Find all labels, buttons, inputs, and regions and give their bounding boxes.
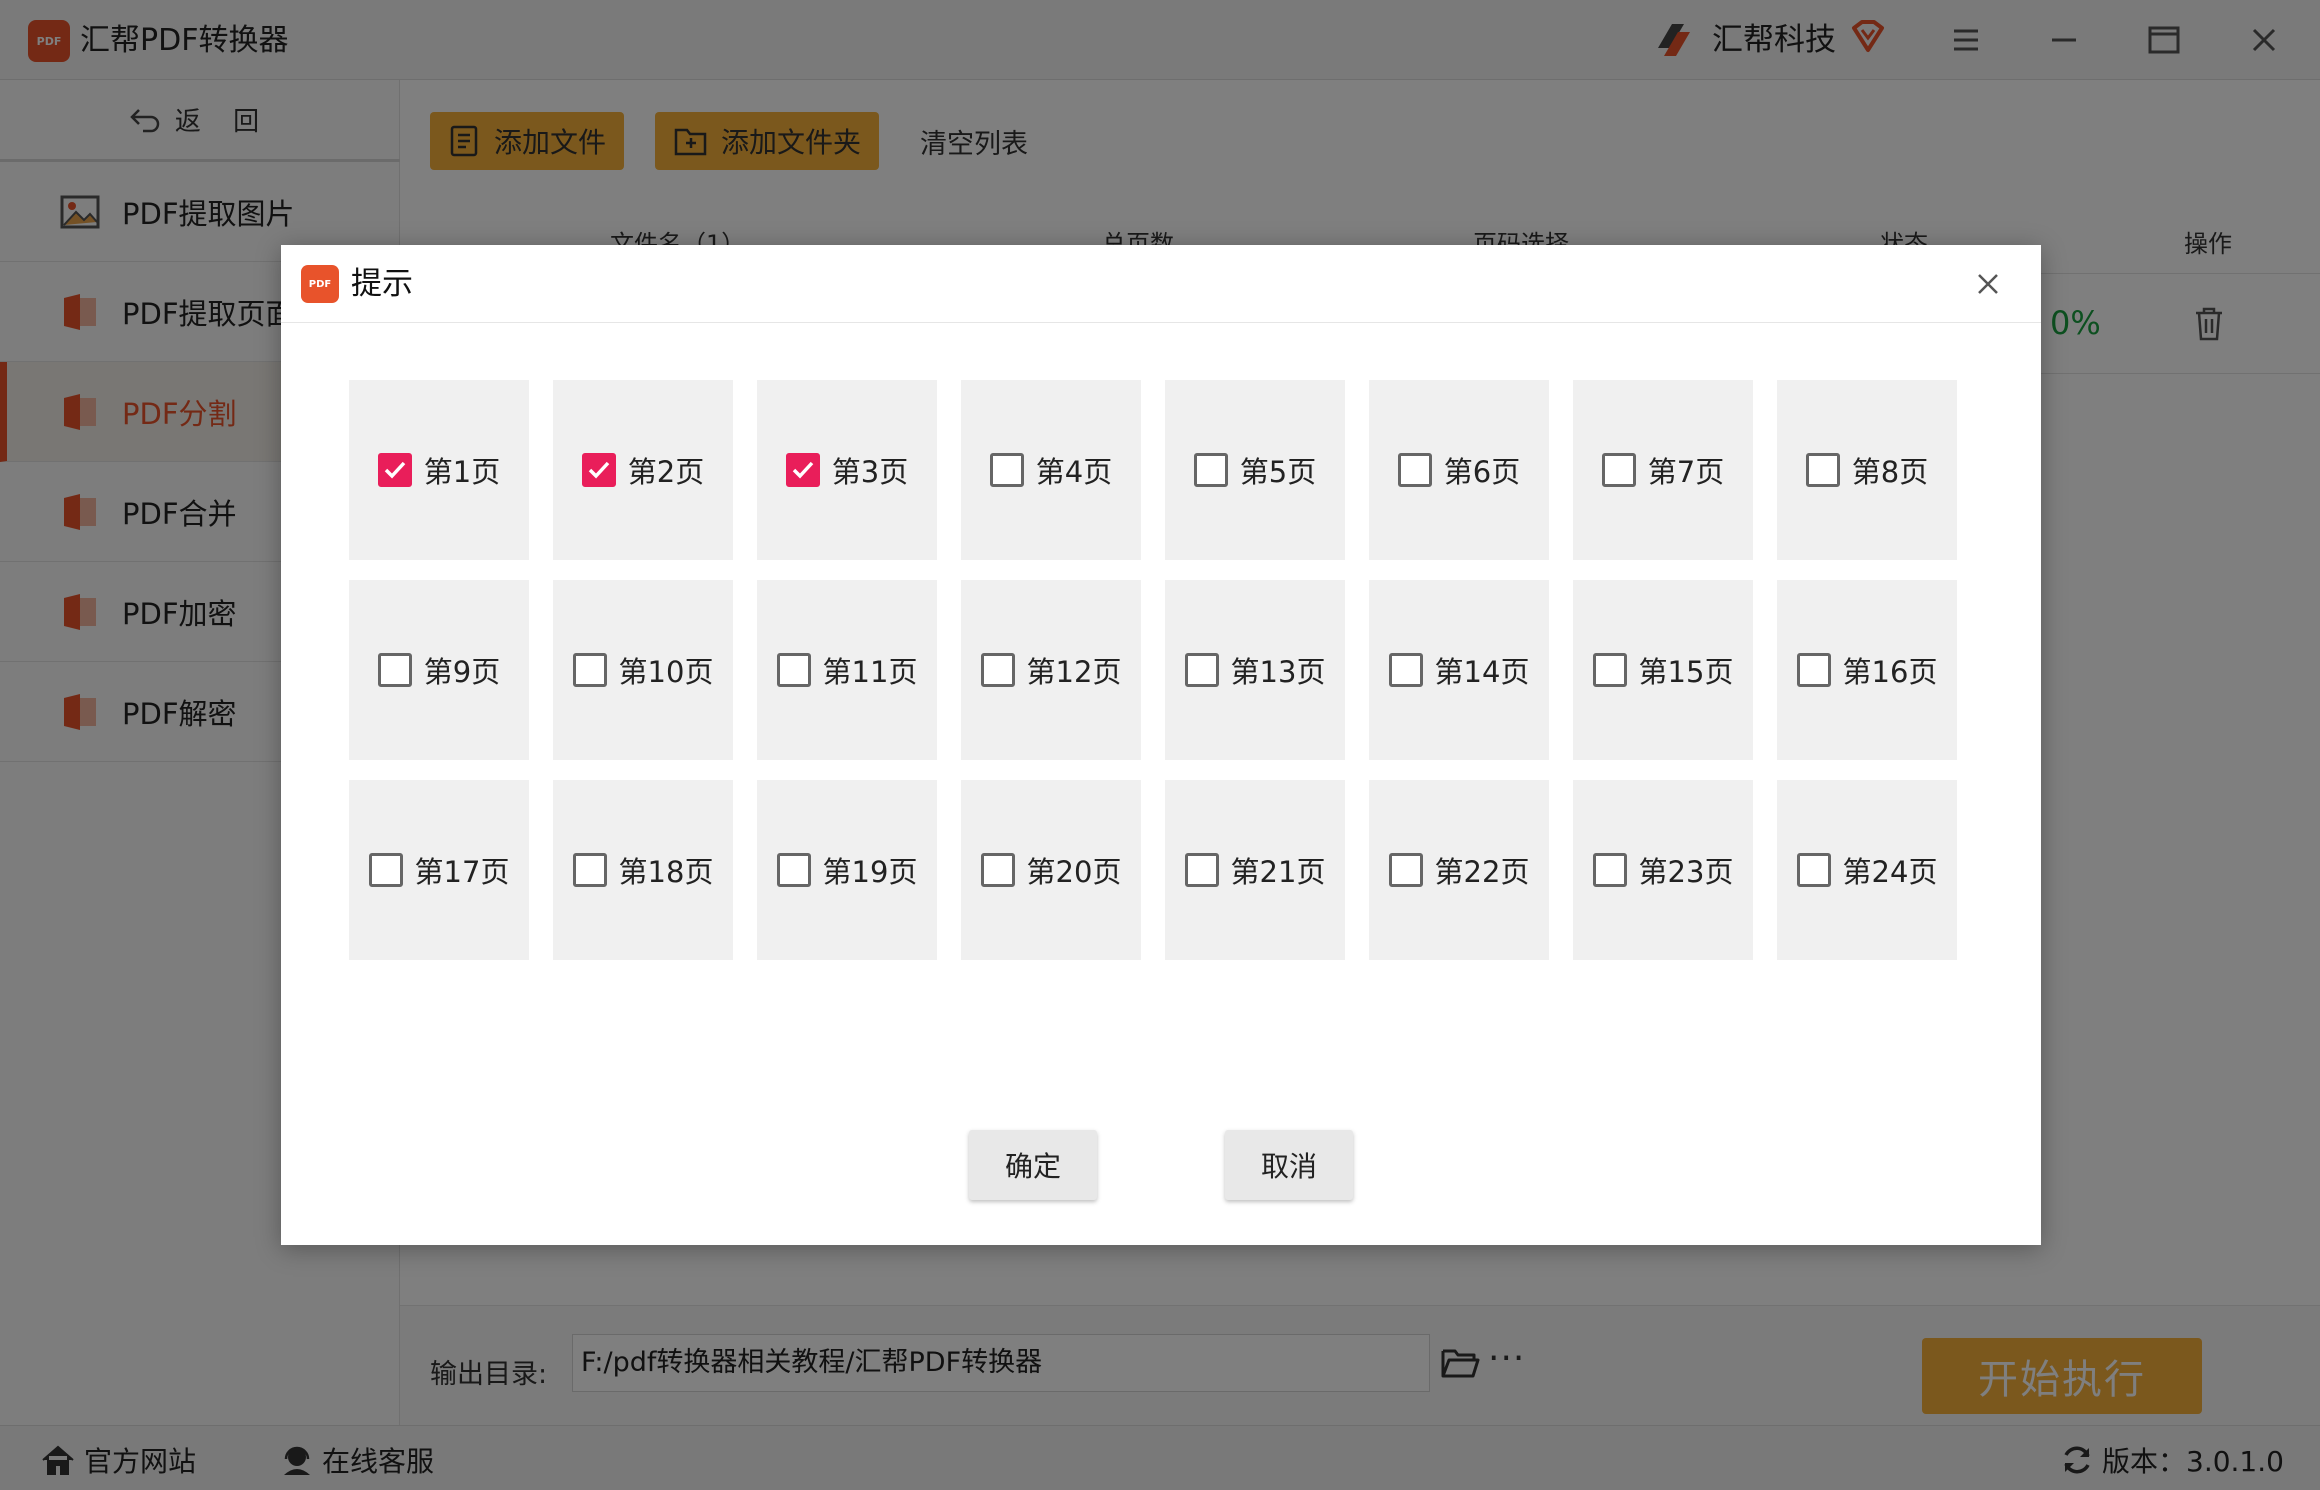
dialog-title: 提示 [351, 266, 413, 302]
page-checkbox-item[interactable]: 第24页 [1777, 780, 1957, 960]
page-checkbox-item[interactable]: 第11页 [757, 580, 937, 760]
page-checkbox-item[interactable]: 第20页 [961, 780, 1141, 960]
page-checkbox-item[interactable]: 第15页 [1573, 580, 1753, 760]
checkbox-checked-icon[interactable] [377, 453, 412, 487]
checkbox-icon[interactable] [1397, 453, 1432, 487]
page-label: 第20页 [1026, 855, 1122, 889]
checkbox-icon[interactable] [572, 653, 607, 687]
page-label: 第7页 [1647, 455, 1725, 489]
checkbox-icon[interactable] [776, 853, 811, 887]
page-label: 第15页 [1638, 655, 1734, 689]
confirm-button[interactable]: 确定 [969, 1130, 1097, 1200]
page-checkbox-item[interactable]: 第16页 [1777, 580, 1957, 760]
checkbox-checked-icon[interactable] [785, 453, 820, 487]
page-label: 第10页 [618, 655, 714, 689]
checkbox-icon[interactable] [1592, 853, 1627, 887]
page-checkbox-item[interactable]: 第18页 [553, 780, 733, 960]
page-grid: 第1页 第2页 第3页 第4页 第5页 第6页 第7页 第8页 第9页 第10页 第11页 第12页第… [349, 380, 1989, 980]
checkbox-icon[interactable] [377, 653, 412, 687]
page-label: 第12页 [1026, 655, 1122, 689]
page-checkbox-item[interactable]: 第22页 [1369, 780, 1549, 960]
page-label: 第9页 [423, 655, 501, 689]
page-label: 第17页 [414, 855, 510, 889]
page-label: 第18页 [618, 855, 714, 889]
page-label: 第22页 [1434, 855, 1530, 889]
page-label: 第1页 [423, 455, 501, 489]
page-checkbox-item[interactable]: 第7页 [1573, 380, 1753, 560]
page-checkbox-item[interactable]: 第23页 [1573, 780, 1753, 960]
cancel-button[interactable]: 取消 [1225, 1130, 1353, 1200]
page-checkbox-item[interactable]: 第8页 [1777, 380, 1957, 560]
checkbox-icon[interactable] [980, 653, 1015, 687]
checkbox-icon[interactable] [1184, 853, 1219, 887]
checkbox-icon[interactable] [1388, 653, 1423, 687]
page-label: 第23页 [1638, 855, 1734, 889]
checkbox-icon[interactable] [1388, 853, 1423, 887]
page-label: 第2页 [627, 455, 705, 489]
checkbox-icon[interactable] [1805, 453, 1840, 487]
page-checkbox-item[interactable]: 第2页 [553, 380, 733, 560]
page-checkbox-item[interactable]: 第5页 [1165, 380, 1345, 560]
dialog-header: PDF 提示 [281, 245, 2041, 323]
checkbox-icon[interactable] [1796, 853, 1831, 887]
page-grid-viewport[interactable]: 第1页 第2页 第3页 第4页 第5页 第6页 第7页 第8页 第9页 第10页 第11页 第12页第… [349, 380, 1989, 980]
page-checkbox-item[interactable]: 第12页 [961, 580, 1141, 760]
checkbox-icon[interactable] [368, 853, 403, 887]
page-label: 第6页 [1443, 455, 1521, 489]
page-select-dialog: PDF 提示 第1页 第2页 第3页 第4页 第5页 第6页 第7页 第8页 第9页 第10页 第1… [281, 245, 2041, 1245]
page-label: 第5页 [1239, 455, 1317, 489]
page-label: 第16页 [1842, 655, 1938, 689]
page-label: 第8页 [1851, 455, 1929, 489]
checkbox-icon[interactable] [980, 853, 1015, 887]
page-label: 第4页 [1035, 455, 1113, 489]
page-checkbox-item[interactable]: 第19页 [757, 780, 937, 960]
page-label: 第13页 [1230, 655, 1326, 689]
page-label: 第14页 [1434, 655, 1530, 689]
page-checkbox-item[interactable]: 第10页 [553, 580, 733, 760]
checkbox-checked-icon[interactable] [581, 453, 616, 487]
page-checkbox-item[interactable]: 第4页 [961, 380, 1141, 560]
page-label: 第11页 [822, 655, 918, 689]
page-checkbox-item[interactable]: 第1页 [349, 380, 529, 560]
page-checkbox-item[interactable]: 第3页 [757, 380, 937, 560]
dialog-logo-icon: PDF [301, 265, 339, 303]
checkbox-icon[interactable] [1796, 653, 1831, 687]
page-label: 第21页 [1230, 855, 1326, 889]
checkbox-icon[interactable] [1193, 453, 1228, 487]
page-checkbox-item[interactable]: 第17页 [349, 780, 529, 960]
checkbox-icon[interactable] [989, 453, 1024, 487]
checkbox-icon[interactable] [1601, 453, 1636, 487]
checkbox-icon[interactable] [572, 853, 607, 887]
page-checkbox-item[interactable]: 第21页 [1165, 780, 1345, 960]
checkbox-icon[interactable] [1184, 653, 1219, 687]
page-label: 第19页 [822, 855, 918, 889]
dialog-close-icon[interactable] [1971, 267, 2005, 301]
checkbox-icon[interactable] [1592, 653, 1627, 687]
page-checkbox-item[interactable]: 第14页 [1369, 580, 1549, 760]
checkbox-icon[interactable] [776, 653, 811, 687]
page-label: 第3页 [831, 455, 909, 489]
page-label: 第24页 [1842, 855, 1938, 889]
page-checkbox-item[interactable]: 第9页 [349, 580, 529, 760]
page-checkbox-item[interactable]: 第13页 [1165, 580, 1345, 760]
page-checkbox-item[interactable]: 第6页 [1369, 380, 1549, 560]
